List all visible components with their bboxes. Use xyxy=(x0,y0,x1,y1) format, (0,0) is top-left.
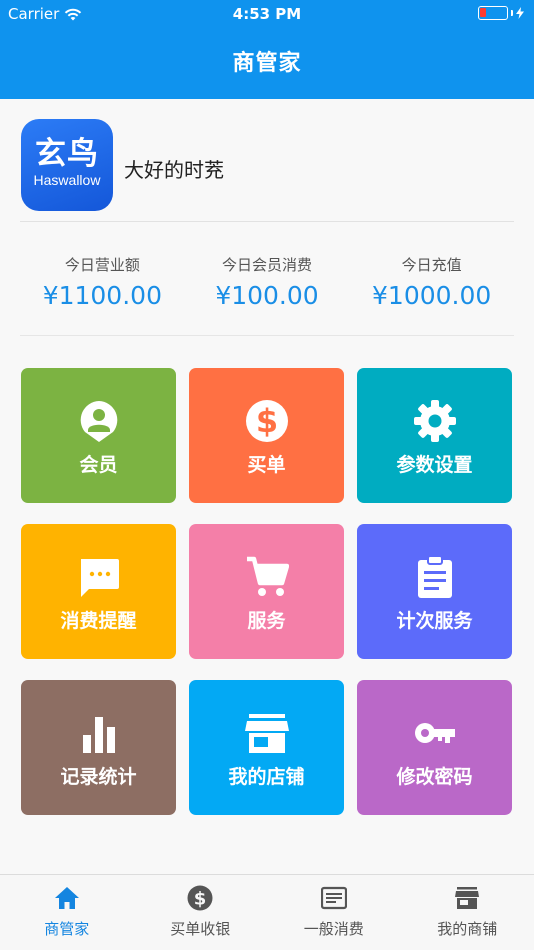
stat-value: ¥1000.00 xyxy=(372,281,492,310)
tile-label: 服务 xyxy=(247,610,286,632)
store-icon xyxy=(455,887,480,909)
home-icon xyxy=(54,887,79,909)
tile-label: 我的店铺 xyxy=(228,766,305,788)
dollar-icon: $ xyxy=(187,885,213,911)
status-time: 4:53 PM xyxy=(232,5,302,23)
svg-text:$: $ xyxy=(255,402,277,440)
stat-label: 今日会员消费 xyxy=(222,256,313,274)
tab-my-shop[interactable]: 我的商铺 xyxy=(401,875,534,950)
tab-label: 买单收银 xyxy=(170,920,231,938)
tile-label: 记录统计 xyxy=(60,766,137,788)
gear-icon xyxy=(413,400,456,442)
tile-consumption-reminder[interactable]: 消费提醒 xyxy=(21,524,176,659)
tab-label: 商管家 xyxy=(44,920,90,938)
stat-value: ¥1100.00 xyxy=(42,281,162,310)
tile-change-password[interactable]: 修改密码 xyxy=(357,680,512,815)
stat-member-consumption: 今日会员消费 ¥100.00 xyxy=(185,238,350,335)
tab-general-consumption[interactable]: 一般消费 xyxy=(267,875,401,950)
page-title: 商管家 xyxy=(232,51,302,76)
tile-label: 买单 xyxy=(247,454,286,476)
status-bar: Carrier 4:53 PM xyxy=(0,0,534,28)
tile-checkout[interactable]: $ 买单 xyxy=(189,368,344,503)
tile-label: 会员 xyxy=(79,454,118,476)
tile-my-store[interactable]: 我的店铺 xyxy=(189,680,344,815)
bar-chart-icon xyxy=(82,717,115,753)
stat-value: ¥100.00 xyxy=(215,281,319,310)
tile-label: 修改密码 xyxy=(396,766,473,788)
shop-logo: 玄鸟 Haswallow xyxy=(21,119,113,211)
tile-label: 参数设置 xyxy=(396,454,473,476)
logo-subtext: Haswallow xyxy=(33,172,101,188)
battery-indicator xyxy=(478,6,524,20)
tile-statistics[interactable]: 记录统计 xyxy=(21,680,176,815)
tile-service[interactable]: 服务 xyxy=(189,524,344,659)
message-icon xyxy=(80,559,119,597)
app-header: Carrier 4:53 PM 商管家 xyxy=(0,0,534,99)
stat-label: 今日营业额 xyxy=(64,256,140,274)
clipboard-icon xyxy=(417,555,452,598)
cart-icon xyxy=(246,556,289,596)
stat-revenue: 今日营业额 ¥1100.00 xyxy=(20,238,185,335)
receipt-icon xyxy=(320,886,347,910)
tile-label: 消费提醒 xyxy=(60,610,137,632)
stat-recharge: 今日充值 ¥1000.00 xyxy=(349,238,514,335)
member-icon xyxy=(80,401,117,442)
tile-label: 计次服务 xyxy=(396,610,473,632)
shop-name: 大好的时茺 xyxy=(124,158,224,182)
tile-settings[interactable]: 参数设置 xyxy=(357,368,512,503)
tile-member[interactable]: 会员 xyxy=(21,368,176,503)
tile-counted-service[interactable]: 计次服务 xyxy=(357,524,512,659)
stat-label: 今日充值 xyxy=(401,256,462,274)
function-grid: 会员 $ 买单 参数设置 消费提醒 服务 计次服务 记录统计 我的店铺 修改密码 xyxy=(21,368,513,815)
battery-icon xyxy=(478,6,508,20)
charging-bolt-icon xyxy=(516,7,524,19)
shop-profile[interactable]: 玄鸟 Haswallow 大好的时茺 xyxy=(20,118,514,222)
store-icon xyxy=(244,714,289,753)
tab-home[interactable]: 商管家 xyxy=(0,875,134,950)
daily-stats: 今日营业额 ¥1100.00 今日会员消费 ¥100.00 今日充值 ¥1000… xyxy=(20,238,514,336)
tab-label: 一般消费 xyxy=(303,920,364,938)
dollar-icon: $ xyxy=(245,400,288,442)
key-icon xyxy=(414,723,455,743)
logo-text: 玄鸟 xyxy=(35,136,99,172)
tab-label: 我的商铺 xyxy=(437,920,498,938)
tab-bar: 商管家 $ 买单收银 一般消费 我的商铺 xyxy=(0,874,534,950)
svg-text:$: $ xyxy=(194,889,207,910)
tab-checkout[interactable]: $ 买单收银 xyxy=(134,875,268,950)
